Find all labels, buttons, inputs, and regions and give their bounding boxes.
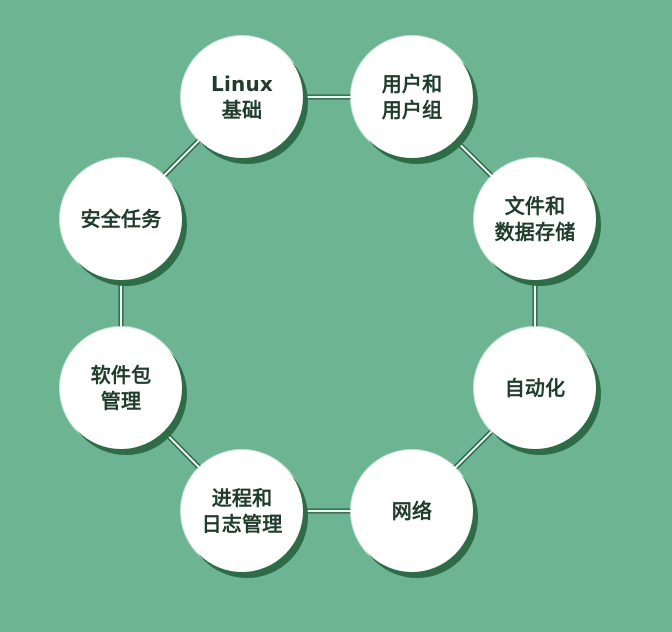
connector-lines bbox=[118, 94, 538, 514]
node-automation-label: 自动化 bbox=[504, 375, 566, 400]
node-security-tasks: 安全任务 bbox=[60, 158, 182, 280]
node-users-and-groups-label: 用户和 用户组 bbox=[381, 71, 443, 122]
node-package-management-label: 软件包 管理 bbox=[90, 362, 152, 413]
node-network: 网络 bbox=[351, 450, 473, 572]
cycle-diagram: Linux 基础 用户和 用户组 文件和 数据存储 自动化 网络 进程和 日志管… bbox=[0, 0, 672, 632]
node-users-and-groups: 用户和 用户组 bbox=[351, 36, 473, 158]
node-process-and-log-management-label: 进程和 日志管理 bbox=[201, 485, 283, 536]
node-process-and-log-management: 进程和 日志管理 bbox=[181, 450, 303, 572]
node-linux-basics: Linux 基础 bbox=[181, 36, 303, 158]
node-automation: 自动化 bbox=[474, 327, 596, 449]
node-network-label: 网络 bbox=[391, 498, 433, 523]
node-linux-basics-label: Linux 基础 bbox=[211, 71, 273, 122]
node-files-and-storage: 文件和 数据存储 bbox=[474, 158, 596, 280]
node-package-management: 软件包 管理 bbox=[60, 327, 182, 449]
node-security-tasks-label: 安全任务 bbox=[80, 206, 162, 231]
node-files-and-storage-label: 文件和 数据存储 bbox=[494, 193, 576, 244]
